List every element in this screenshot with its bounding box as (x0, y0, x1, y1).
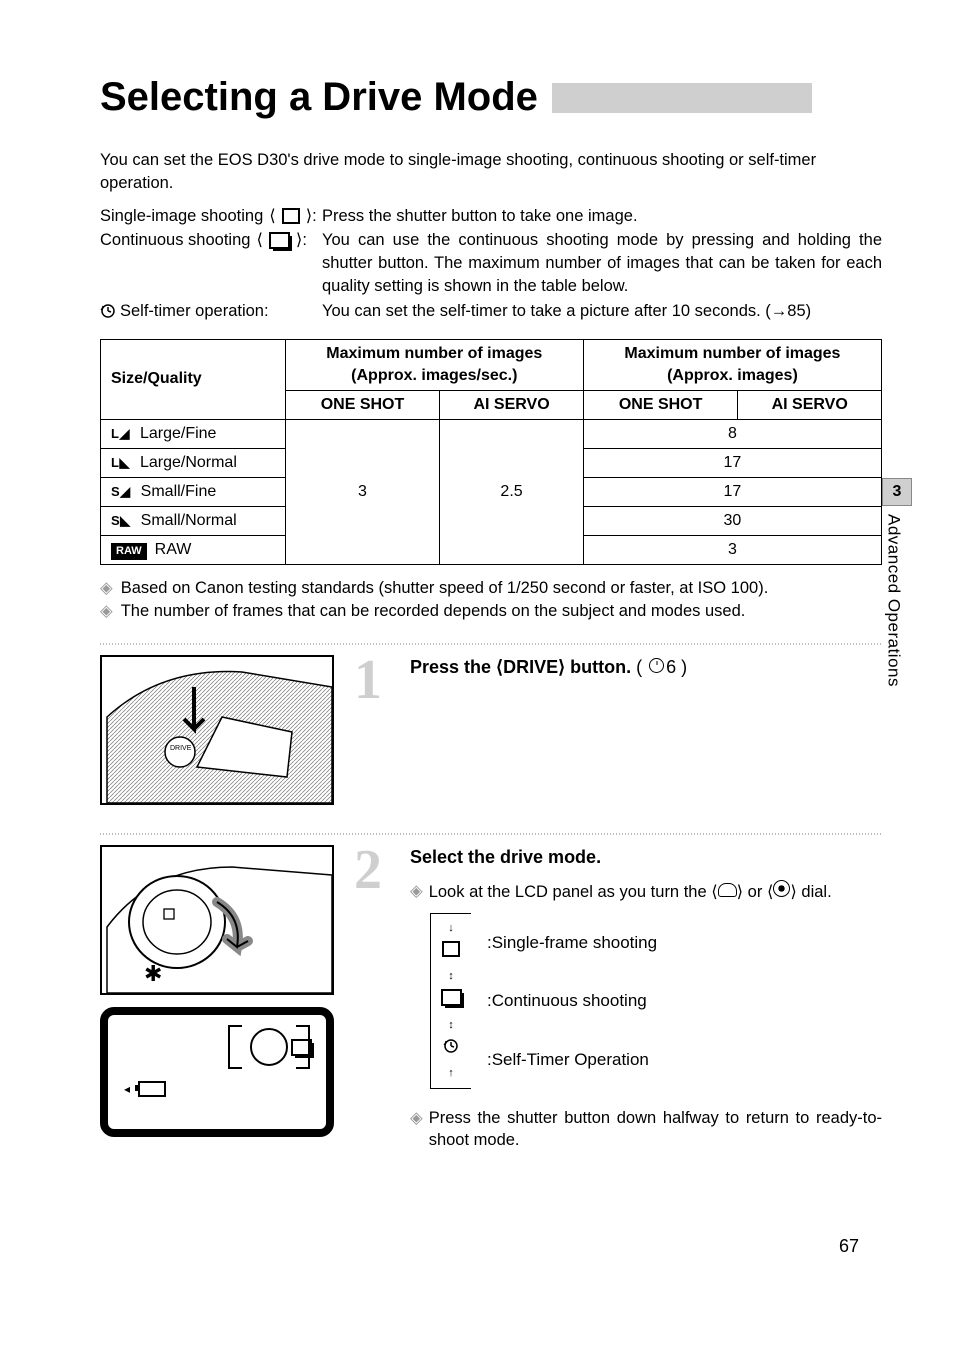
clock-icon (649, 658, 664, 673)
th-aiservo-2: AI SERVO (738, 390, 882, 419)
continuous-icon-lcd (291, 1039, 312, 1056)
cell-oneshot-fps: 3 (285, 419, 440, 564)
opt-timer: :Self-Timer Operation (487, 1048, 657, 1071)
single-frame-icon (282, 208, 300, 224)
illustration-lcd: ◂ (100, 1007, 334, 1137)
timer-mode-label: Self-timer operation: (100, 300, 322, 323)
intro-text: You can set the EOS D30's drive mode to … (100, 149, 882, 195)
step2-return: ◈ Press the shutter button down halfway … (410, 1107, 882, 1153)
row-raw: RAWRAW (101, 536, 286, 565)
spec-table: Size/Quality Maximum number of images (A… (100, 339, 882, 566)
th-oneshot-1: ONE SHOT (285, 390, 440, 419)
page-number: 67 (839, 1234, 859, 1259)
title-stripe (552, 83, 812, 113)
illustration-drive-button: DRIVE (100, 655, 334, 805)
note-0: Based on Canon testing standards (shutte… (121, 577, 769, 600)
divider (100, 643, 882, 645)
cell-aiservo-fps: 2.5 (440, 419, 584, 564)
th-aiservo-1: AI SERVO (440, 390, 584, 419)
step-number-2: 2 (354, 845, 394, 895)
step1-heading: Press the ⟨DRIVE⟩ button. ( 6 ) (410, 655, 882, 680)
cell-max-4: 3 (583, 536, 881, 565)
timer-mode-desc: You can set the self-timer to take a pic… (322, 300, 882, 323)
th-size: Size/Quality (101, 339, 286, 419)
row-large-normal: L◣Large/Normal (101, 448, 286, 477)
battery-icon (138, 1081, 166, 1097)
opt-single: :Single-frame shooting (487, 931, 657, 954)
cell-max-1: 17 (583, 448, 881, 477)
note-1: The number of frames that can be recorde… (121, 600, 746, 623)
main-dial-icon (718, 883, 737, 897)
svg-text:✱: ✱ (144, 961, 162, 986)
self-timer-icon (100, 303, 116, 319)
continuous-icon-2 (441, 989, 462, 1006)
continuous-mode-desc: You can use the continuous shooting mode… (322, 229, 882, 297)
chapter-label: Advanced Operations (882, 514, 905, 687)
divider-2 (100, 833, 882, 835)
row-small-normal: S◣Small/Normal (101, 507, 286, 536)
cell-max-2: 17 (583, 477, 881, 506)
single-mode-desc: Press the shutter button to take one ima… (322, 205, 882, 228)
row-small-fine: S◢Small/Fine (101, 477, 286, 506)
cell-max-0: 8 (583, 419, 881, 448)
th-max-sec: Maximum number of images (Approx. images… (285, 339, 583, 390)
step-number-1: 1 (354, 655, 394, 705)
chapter-number: 3 (882, 478, 912, 506)
qc-dial-icon (773, 880, 790, 897)
th-max-img: Maximum number of images (Approx. images… (583, 339, 881, 390)
svg-text:DRIVE: DRIVE (170, 745, 192, 752)
step2-heading: Select the drive mode. (410, 845, 882, 870)
single-frame-icon-2 (442, 941, 460, 957)
page-title: Selecting a Drive Mode (100, 70, 882, 125)
mode-definitions: Single-image shooting ⟨⟩: Press the shut… (100, 205, 882, 323)
table-notes: ◈Based on Canon testing standards (shutt… (100, 577, 882, 623)
th-oneshot-2: ONE SHOT (583, 390, 738, 419)
row-large-fine: L◢Large/Fine (101, 419, 286, 448)
single-mode-label: Single-image shooting ⟨⟩: (100, 205, 322, 228)
continuous-icon (269, 232, 290, 249)
illustration-dial: ✱ (100, 845, 334, 995)
self-timer-icon-2 (443, 1038, 459, 1054)
cell-max-3: 30 (583, 507, 881, 536)
drive-mode-options: ↓ ↕ ↕ ↑ :Single-frame shooting :Continuo… (430, 913, 882, 1088)
continuous-mode-label: Continuous shooting ⟨⟩: (100, 229, 322, 252)
chapter-tab: 3 Advanced Operations (882, 478, 912, 687)
step2-line1: ◈ Look at the LCD panel as you turn the … (410, 880, 882, 904)
opt-continuous: :Continuous shooting (487, 989, 657, 1012)
